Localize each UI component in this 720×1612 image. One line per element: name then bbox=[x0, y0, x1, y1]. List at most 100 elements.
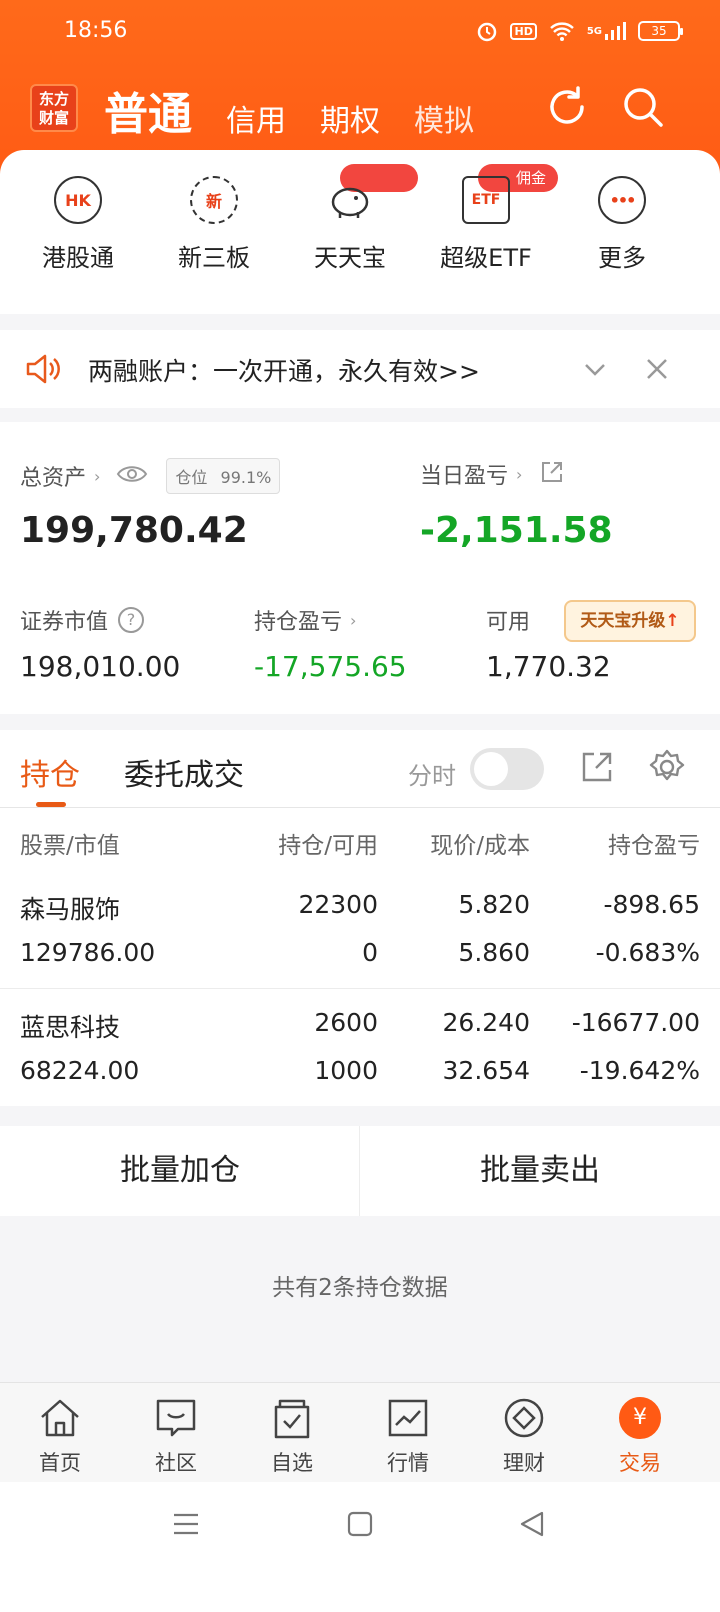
holding-pl-value: -17,575.65 bbox=[254, 650, 407, 683]
eye-icon[interactable] bbox=[116, 463, 148, 489]
nav-wealth[interactable]: 理财 bbox=[464, 1397, 584, 1477]
stock-name: 森马服饰 bbox=[20, 895, 121, 924]
market-value-label: 证券市值 bbox=[20, 610, 109, 635]
alarm-icon bbox=[476, 20, 498, 42]
holding-qty: 22300 bbox=[298, 890, 378, 919]
quick-item-tiantianbao[interactable]: 天天宝 bbox=[290, 176, 410, 273]
total-assets-value: 199,780.42 bbox=[20, 510, 248, 551]
positions-tabs: 持仓 委托成交 分时 bbox=[0, 730, 720, 808]
chevron-right-icon: › bbox=[350, 610, 357, 630]
quick-item-neeq[interactable]: 新 新三板 bbox=[154, 176, 274, 273]
cost-price: 5.860 bbox=[458, 938, 530, 967]
position-pl-pct: -0.683% bbox=[595, 938, 700, 967]
hd-icon: HD bbox=[510, 22, 537, 40]
market-value-header: 证券市值 ? bbox=[20, 604, 145, 636]
tiantianbao-upgrade-button[interactable]: 天天宝升级↑ bbox=[564, 600, 696, 642]
home-icon bbox=[38, 1397, 82, 1439]
available-qty: 0 bbox=[362, 938, 378, 967]
top-nav: 东方 财富 普通 信用 期权 模拟 bbox=[0, 70, 720, 150]
positions-panel: 持仓 委托成交 分时 股票/市值 持仓/可用 现价/成本 持仓盈亏 森马服饰 1… bbox=[0, 730, 720, 1106]
nav-community[interactable]: 社区 bbox=[116, 1397, 236, 1477]
quick-access-panel: 佣金 HK 港股通 新 新三板 天天宝 ETF 超级ETF ••• 更多 bbox=[0, 150, 720, 314]
tab-simulation[interactable]: 模拟 bbox=[414, 96, 474, 140]
daily-pl-label: 当日盈亏 bbox=[420, 464, 509, 489]
help-icon[interactable]: ? bbox=[118, 607, 145, 633]
fenshi-toggle[interactable] bbox=[470, 748, 544, 790]
refresh-icon[interactable] bbox=[544, 84, 590, 130]
total-assets-header[interactable]: 总资产 › 仓位 99.1% bbox=[20, 458, 281, 494]
nav-home[interactable]: 首页 bbox=[0, 1397, 120, 1477]
daily-pl-value: -2,151.58 bbox=[420, 510, 613, 551]
settings-icon[interactable] bbox=[648, 748, 686, 790]
new-board-icon: 新 bbox=[190, 176, 238, 224]
hk-icon: HK bbox=[54, 176, 102, 224]
current-price: 26.240 bbox=[442, 1008, 530, 1037]
share-icon[interactable] bbox=[540, 460, 564, 488]
stock-market-value: 129786.00 bbox=[20, 938, 156, 967]
position-chip-label: 仓位 bbox=[175, 468, 208, 487]
available-label: 可用 bbox=[486, 610, 531, 635]
speaker-icon bbox=[24, 350, 62, 392]
battery-icon: 35 bbox=[638, 21, 683, 41]
quick-item-label: 天天宝 bbox=[314, 244, 386, 272]
tab-options[interactable]: 期权 bbox=[320, 96, 380, 140]
close-icon[interactable] bbox=[644, 356, 670, 386]
wifi-icon bbox=[549, 21, 575, 41]
bottom-nav: 首页 社区 自选 行情 理财 ¥ 交易 bbox=[0, 1382, 720, 1482]
available-qty: 1000 bbox=[314, 1056, 378, 1085]
quick-item-label: 超级ETF bbox=[440, 244, 532, 272]
status-bar: 18:56 HD 5G 35 bbox=[0, 0, 720, 64]
nav-trade[interactable]: ¥ 交易 bbox=[580, 1397, 700, 1477]
tab-credit[interactable]: 信用 bbox=[226, 96, 286, 140]
back-icon[interactable] bbox=[518, 1510, 546, 1542]
daily-pl-header[interactable]: 当日盈亏 › bbox=[420, 458, 564, 490]
status-icons: HD 5G 35 bbox=[476, 20, 683, 42]
nav-market[interactable]: 行情 bbox=[348, 1397, 468, 1477]
chevron-right-icon: › bbox=[516, 464, 523, 484]
position-chip-value: 99.1% bbox=[220, 468, 272, 487]
tab-underline bbox=[36, 802, 66, 807]
app-logo: 东方 财富 bbox=[30, 84, 78, 132]
home-square-icon[interactable] bbox=[346, 1510, 374, 1542]
column-header-price: 现价/成本 bbox=[430, 833, 530, 859]
more-icon: ••• bbox=[598, 176, 646, 224]
quick-item-super-etf[interactable]: ETF 超级ETF bbox=[426, 176, 546, 273]
chart-icon bbox=[386, 1397, 430, 1439]
column-header-holding: 持仓/可用 bbox=[278, 833, 378, 859]
search-icon[interactable] bbox=[620, 84, 666, 130]
nav-watchlist[interactable]: 自选 bbox=[232, 1397, 352, 1477]
quick-item-label: 港股通 bbox=[42, 244, 114, 272]
nav-label: 自选 bbox=[271, 1451, 313, 1475]
position-pl-pct: -19.642% bbox=[579, 1056, 700, 1085]
notice-text[interactable]: 两融账户：一次开通，永久有效>> bbox=[88, 352, 480, 388]
nav-label: 首页 bbox=[39, 1451, 81, 1475]
system-nav-bar bbox=[0, 1482, 720, 1612]
yuan-icon: ¥ bbox=[619, 1397, 661, 1439]
chevron-down-icon[interactable] bbox=[582, 356, 608, 386]
batch-sell-button[interactable]: 批量卖出 bbox=[360, 1126, 720, 1216]
tab-holdings[interactable]: 持仓 bbox=[20, 750, 80, 794]
tab-orders[interactable]: 委托成交 bbox=[124, 750, 244, 794]
batch-actions: 批量加仓 批量卖出 bbox=[0, 1126, 720, 1216]
etf-icon: ETF bbox=[462, 176, 510, 224]
menu-icon[interactable] bbox=[172, 1510, 200, 1542]
market-value: 198,010.00 bbox=[20, 650, 181, 683]
holding-pl-header[interactable]: 持仓盈亏 › bbox=[254, 604, 356, 636]
quick-item-more[interactable]: ••• 更多 bbox=[562, 176, 682, 273]
position-pl: -16677.00 bbox=[571, 1008, 700, 1037]
nav-label: 理财 bbox=[503, 1451, 545, 1475]
holding-pl-label: 持仓盈亏 bbox=[254, 610, 343, 635]
upgrade-label: 天天宝升级 bbox=[580, 611, 666, 631]
quick-item-label: 新三板 bbox=[178, 244, 250, 272]
nav-label: 社区 bbox=[155, 1451, 197, 1475]
quick-item-hk[interactable]: HK 港股通 bbox=[18, 176, 138, 273]
nav-label: 行情 bbox=[387, 1451, 429, 1475]
export-icon[interactable] bbox=[580, 750, 614, 788]
column-header-pl: 持仓盈亏 bbox=[608, 833, 700, 859]
tab-normal[interactable]: 普通 bbox=[104, 78, 192, 142]
stock-market-value: 68224.00 bbox=[20, 1056, 140, 1085]
row-divider bbox=[0, 988, 720, 989]
diamond-icon bbox=[502, 1397, 546, 1439]
notice-bar[interactable]: 两融账户：一次开通，永久有效>> bbox=[0, 330, 720, 408]
batch-add-button[interactable]: 批量加仓 bbox=[0, 1126, 360, 1216]
